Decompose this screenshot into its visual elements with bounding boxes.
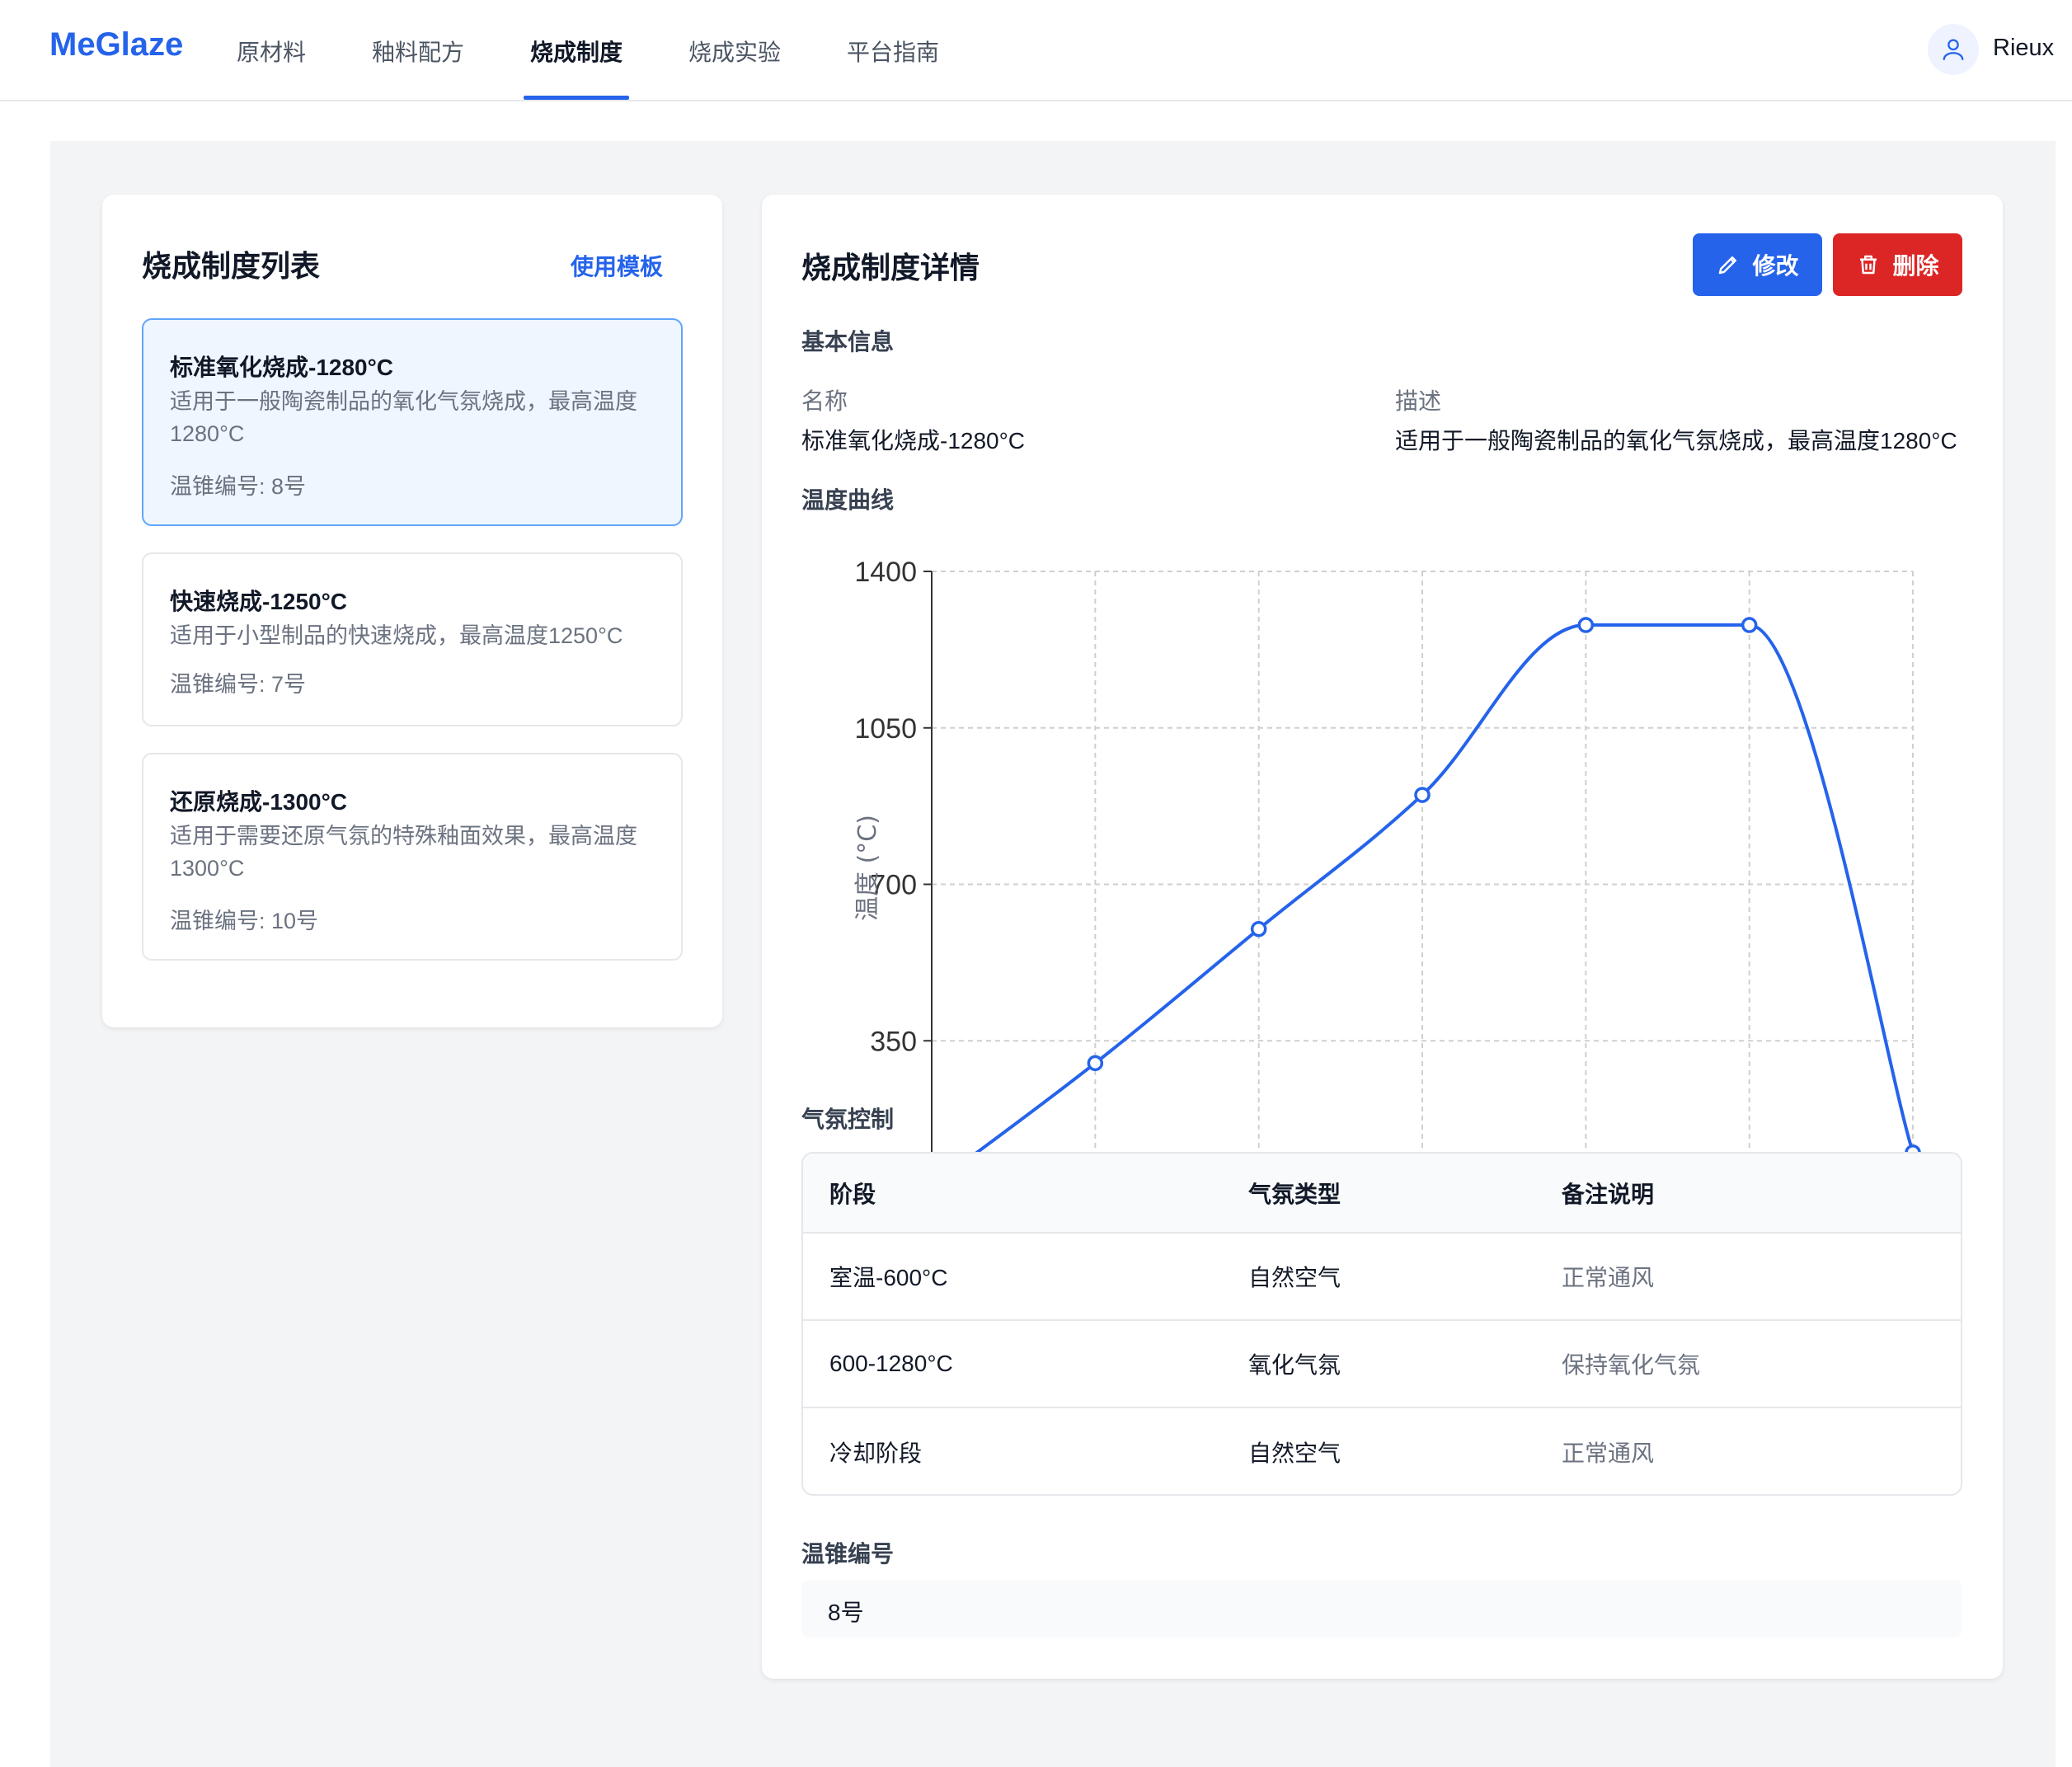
cell-atmosphere-type: 自然空气 (1248, 1265, 1341, 1290)
edit-button-label: 修改 (1752, 253, 1799, 279)
edit-button[interactable]: 修改 (1693, 233, 1822, 296)
name-value: 标准氧化烧成-1280°C (801, 428, 1026, 453)
list-item-desc: 适用于小型制品的快速烧成，最高温度1250°C (170, 623, 623, 648)
cell-atmosphere-type: 自然空气 (1248, 1440, 1341, 1466)
list-item-desc: 适用于需要还原气氛的特殊釉面效果，最高温度1300°C (170, 824, 637, 881)
data-point (1250, 920, 1267, 938)
app-logo[interactable]: MeGlaze (49, 26, 183, 63)
cell-notes: 正常通风 (1562, 1265, 1655, 1290)
table-row: 室温-600°C 自然空气 正常通风 (803, 1234, 1961, 1321)
cell-notes: 正常通风 (1562, 1440, 1655, 1466)
cone-number-box: 8号 (801, 1580, 1962, 1638)
data-point (1741, 617, 1758, 633)
user-icon (1943, 39, 1964, 60)
delete-button[interactable]: 删除 (1833, 233, 1962, 296)
atmosphere-table: 阶段 气氛类型 备注说明 室温-600°C 自然空气 正常通风 600-1280… (801, 1152, 1962, 1496)
user-name[interactable]: Rieux (1993, 35, 2054, 62)
nav-raw-materials[interactable]: 原材料 (237, 35, 306, 101)
data-point (1577, 617, 1595, 633)
cone-number-value: 8号 (828, 1600, 864, 1625)
cone-number-label: 温锥编号 (801, 1541, 895, 1567)
table-header-row: 阶段 气氛类型 备注说明 (803, 1154, 1961, 1234)
nav-firing-experiments[interactable]: 烧成实验 (688, 35, 781, 101)
top-navbar: MeGlaze 原材料 釉料配方 烧成制度 烧成实验 平台指南 Rieux (0, 0, 2072, 101)
column-header-stage: 阶段 (829, 1181, 876, 1207)
user-avatar[interactable] (1928, 24, 1979, 75)
desc-label: 描述 (1395, 388, 1442, 414)
content-area: 烧成制度列表 使用模板 标准氧化烧成-1280°C 适用于一般陶瓷制品的氧化气氛… (50, 141, 2056, 1767)
name-label: 名称 (801, 388, 848, 414)
nav-glaze-recipes[interactable]: 釉料配方 (372, 35, 464, 101)
firing-schedule-detail-card: 烧成制度详情 修改 删除 基本信息 名称 标准氧化烧成-1280°C 描述 适用… (762, 195, 2003, 1679)
cell-notes: 保持氧化气氛 (1562, 1352, 1701, 1378)
list-item-name: 快速烧成-1250°C (170, 589, 348, 614)
y-tick-label: 1400 (854, 557, 917, 588)
basic-info-label: 基本信息 (801, 329, 895, 355)
table-row: 冷却阶段 自然空气 正常通风 (803, 1408, 1961, 1494)
list-item-name: 标准氧化烧成-1280°C (170, 355, 394, 380)
cell-stage: 冷却阶段 (829, 1440, 923, 1466)
column-header-atmosphere-type: 气氛类型 (1248, 1181, 1341, 1207)
cell-stage: 室温-600°C (829, 1265, 948, 1290)
list-item-cone: 温锥编号: 8号 (170, 474, 307, 499)
list-item-cone: 温锥编号: 10号 (170, 909, 319, 933)
y-tick-label: 1050 (854, 713, 917, 745)
data-point (1087, 1055, 1104, 1072)
table-row: 600-1280°C 氧化气氛 保持氧化气氛 (803, 1321, 1961, 1408)
firing-schedule-list-card: 烧成制度列表 使用模板 标准氧化烧成-1280°C 适用于一般陶瓷制品的氧化气氛… (102, 195, 722, 1027)
detail-title: 烧成制度详情 (801, 251, 980, 284)
use-template-link[interactable]: 使用模板 (571, 249, 663, 282)
column-header-notes: 备注说明 (1562, 1181, 1655, 1207)
temperature-curve-label: 温度曲线 (801, 487, 895, 513)
list-item-cone: 温锥编号: 7号 (170, 672, 307, 697)
list-item[interactable]: 快速烧成-1250°C 适用于小型制品的快速烧成，最高温度1250°C 温锥编号… (142, 552, 683, 726)
cell-stage: 600-1280°C (829, 1351, 953, 1376)
pencil-icon (1719, 256, 1737, 275)
list-item[interactable]: 还原烧成-1300°C 适用于需要还原气氛的特殊釉面效果，最高温度1300°C … (142, 753, 683, 961)
trash-icon (1860, 255, 1877, 275)
delete-button-label: 删除 (1892, 253, 1939, 279)
atmosphere-control-label: 气氛控制 (801, 1107, 895, 1132)
nav-firing-schedules[interactable]: 烧成制度 (530, 35, 623, 101)
y-axis-label: 温度 (°C) (853, 815, 882, 921)
data-point (1414, 787, 1431, 803)
desc-value: 适用于一般陶瓷制品的氧化气氛烧成，最高温度1280°C (1395, 428, 1957, 453)
list-item-desc: 适用于一般陶瓷制品的氧化气氛烧成，最高温度1280°C (170, 389, 637, 446)
list-item-name: 还原烧成-1300°C (170, 789, 348, 815)
y-tick-label: 350 (870, 1026, 917, 1057)
list-title: 烧成制度列表 (142, 249, 321, 283)
nav-platform-guide[interactable]: 平台指南 (847, 35, 939, 101)
active-tab-indicator (524, 96, 629, 100)
list-item[interactable]: 标准氧化烧成-1280°C 适用于一般陶瓷制品的氧化气氛烧成，最高温度1280°… (142, 318, 683, 526)
cell-atmosphere-type: 氧化气氛 (1248, 1352, 1341, 1378)
